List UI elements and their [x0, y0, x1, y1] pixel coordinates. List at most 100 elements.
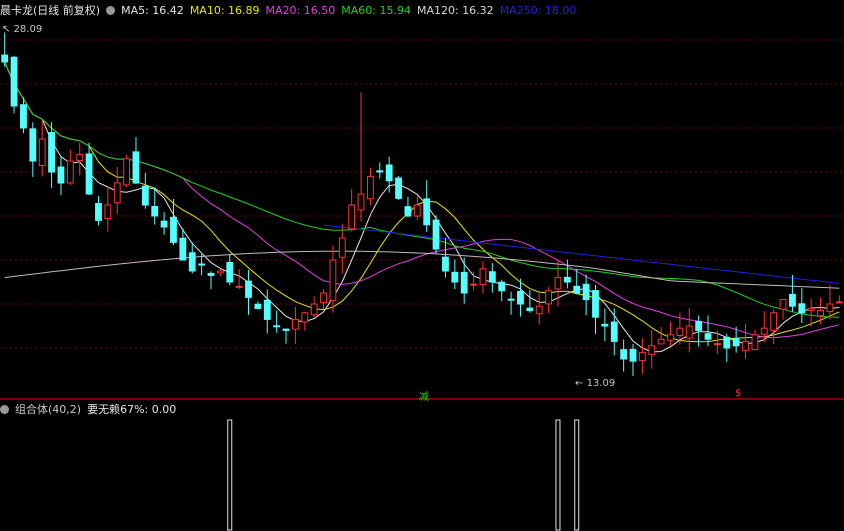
candle-body: [826, 303, 834, 312]
candle-body: [789, 293, 796, 307]
candle-body: [526, 307, 534, 312]
candle-body: [263, 299, 271, 320]
candle-body: [29, 128, 37, 162]
indicator-spikes: [227, 419, 580, 531]
candle-body: [385, 164, 393, 182]
candle-body: [329, 259, 337, 302]
ma-legend-item-1: MA10: 16.89: [189, 4, 260, 17]
high-label: ↖ 28.09: [2, 24, 43, 35]
ma10-line: [4, 61, 840, 343]
candle-body: [48, 132, 55, 173]
candle-body: [348, 204, 356, 230]
event-jian: 减: [419, 392, 429, 403]
candle-body: [338, 237, 346, 258]
stock-name: 晨卡龙(日线 前复权): [0, 4, 101, 17]
ma-legend-item-5: MA250: 18.00: [499, 4, 577, 17]
candle-body: [817, 310, 824, 317]
gear-icon[interactable]: [0, 405, 9, 414]
candle-body: [198, 263, 206, 266]
kline-chart[interactable]: [0, 0, 844, 531]
candle-body: [657, 338, 665, 345]
event-dollar: $: [735, 388, 742, 399]
candle-body: [685, 325, 693, 339]
candle-body: [20, 104, 27, 129]
candle-body: [545, 290, 553, 305]
candle-body: [535, 305, 543, 315]
candle-body: [301, 312, 309, 323]
candle-body: [470, 283, 477, 286]
ma-legend-item-2: MA20: 16.50: [265, 4, 336, 17]
candle-body: [395, 177, 402, 199]
candle-body: [507, 298, 515, 301]
candle-body: [113, 182, 121, 204]
candle-body: [488, 271, 496, 283]
main-legend: 晨卡龙(日线 前复权) MA5: 16.42 MA10: 16.89 MA20: 16…: [0, 3, 588, 19]
indicator-legend: 组合体(40,2) 要无赖67%: 0.00: [0, 402, 188, 418]
indicator-spike: [555, 419, 561, 531]
candle-body: [273, 325, 281, 328]
candle-body: [479, 268, 487, 286]
candle-body: [76, 153, 84, 162]
candle-body: [451, 271, 459, 283]
candle-body: [376, 170, 384, 173]
candle-body: [704, 333, 712, 340]
ma5-line: [4, 61, 840, 353]
candle-body: [188, 252, 196, 272]
candle-body: [367, 175, 374, 200]
candle-body: [423, 198, 431, 226]
candle-body: [742, 340, 749, 351]
candle-body: [573, 285, 581, 294]
candle-body: [413, 204, 421, 217]
ma250-line: [323, 224, 840, 284]
low-label: ← 13.09: [575, 378, 616, 389]
candle-body: [779, 299, 787, 310]
candle-body: [713, 343, 721, 346]
candle-body: [151, 206, 159, 217]
candle-body: [310, 303, 318, 316]
candle-body: [554, 277, 562, 290]
candle-body: [141, 185, 149, 206]
candle-body: [610, 321, 618, 342]
candle-body: [498, 281, 506, 292]
candle-body: [751, 334, 759, 351]
candle-body: [442, 256, 449, 272]
candle-body: [629, 348, 637, 362]
candle-body: [648, 345, 656, 355]
gear-icon[interactable]: [106, 6, 116, 15]
ma-legend-item-3: MA60: 15.94: [341, 4, 411, 17]
candle-body: [770, 312, 778, 332]
candle-body: [38, 138, 46, 167]
candle-body: [57, 166, 65, 184]
candle-body: [179, 237, 187, 261]
candle-body: [695, 320, 703, 331]
candle-body: [807, 307, 815, 312]
candle-body: [66, 160, 74, 184]
candle-body: [404, 206, 412, 217]
candle-body: [835, 301, 843, 304]
ma-legend-item-0: MA5: 16.42: [121, 4, 184, 17]
candle-body: [320, 292, 327, 304]
candle-body: [760, 327, 768, 335]
candle-body: [563, 276, 571, 283]
candle-body: [723, 336, 731, 349]
candle-body: [798, 303, 806, 314]
moving-average-lines: [4, 61, 840, 353]
candle-body: [592, 290, 599, 318]
candle-body: [517, 290, 524, 305]
candle-body: [207, 272, 215, 276]
candle-body: [123, 158, 131, 186]
indicator-spike: [227, 419, 233, 531]
candle-body: [460, 271, 468, 294]
candle-body: [226, 261, 234, 283]
candle-body: [132, 151, 140, 184]
candle-body: [160, 220, 168, 228]
price-grid: [0, 39, 844, 349]
candle-body: [85, 153, 93, 195]
candle-body: [235, 285, 243, 288]
candle-body: [291, 318, 299, 330]
candle-body: [582, 283, 590, 301]
candle-body: [601, 323, 609, 327]
candle-body: [254, 303, 262, 309]
candle-body: [667, 334, 674, 341]
candle-body: [282, 328, 290, 331]
